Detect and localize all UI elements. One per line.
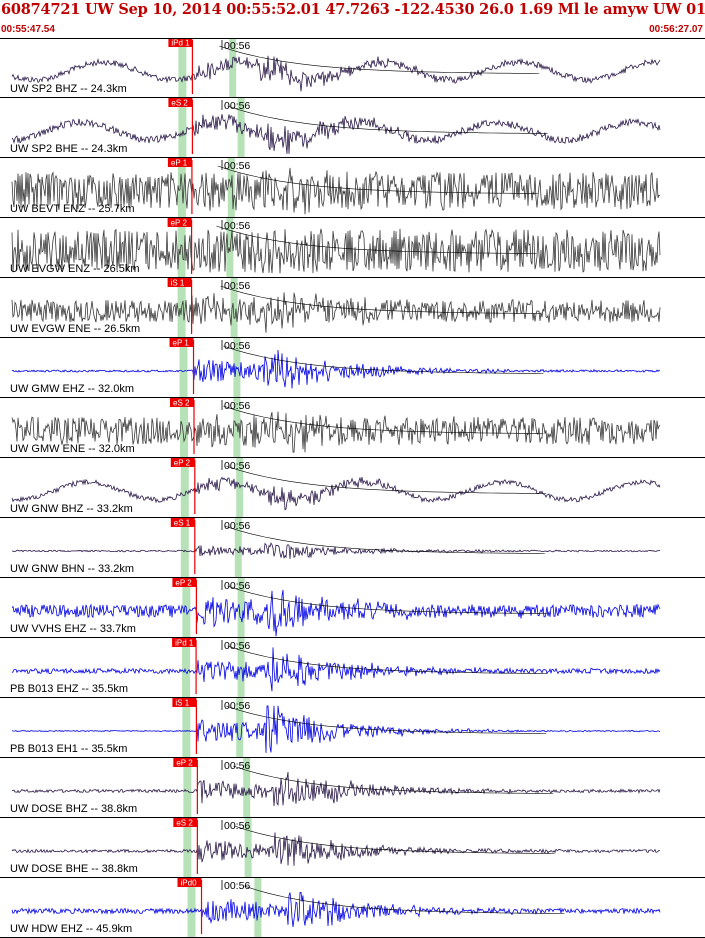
station-label: UW HDW EHZ -- 45.9km — [10, 923, 132, 935]
pick-label: iPd 1 — [175, 639, 194, 648]
waveform — [11, 542, 661, 559]
time-label: 00:56 — [224, 280, 250, 292]
waveform — [11, 832, 661, 866]
trace-row[interactable]: eS 2 00:56 UW GMW ENE -- 32.0km — [0, 398, 705, 458]
pick-label: eP 2 — [176, 759, 193, 768]
trace-row[interactable]: iS 1 00:56 UW EVGW ENE -- 26.5km — [0, 278, 705, 338]
time-label: 00:56 — [224, 100, 250, 112]
trace-row[interactable]: iPd0 00:56 UW HDW EHZ -- 45.9km — [0, 878, 705, 938]
pick-label: eS 1 — [174, 519, 191, 528]
trace-row[interactable]: eP 2 00:56 UW VVHS EHZ -- 33.7km — [0, 578, 705, 638]
time-label: 00:56 — [224, 40, 250, 52]
waveform — [11, 771, 661, 807]
event-header: 60874721 UW Sep 10, 2014 00:55:52.01 47.… — [0, 0, 705, 38]
trace-row[interactable]: eP 1 00:56 UW GMW EHZ -- 32.0km — [0, 338, 705, 398]
time-label: 00:56 — [224, 520, 250, 532]
seismogram-svg: iPd 1 00:56 UW SP2 BHZ -- 24.3km eS 2 00:56 U… — [0, 38, 705, 938]
station-label: PB B013 EHZ -- 35.5km — [10, 683, 128, 695]
station-label: UW DOSE BHZ -- 38.8km — [10, 803, 137, 815]
time-label: 00:56 — [224, 220, 250, 232]
trace-row[interactable]: eP 1 00:56 UW BEVT ENZ -- 25.7km — [0, 158, 705, 218]
pick-label: eS 2 — [173, 399, 190, 408]
trace-row[interactable]: iPd 1 00:56 PB B013 EHZ -- 35.5km — [0, 638, 705, 698]
start-time-label: 00:55:47.54 — [1, 24, 55, 35]
time-label: 00:56 — [224, 160, 250, 172]
end-time-label: 00:56:27.07 — [649, 24, 703, 35]
station-label: UW GNW BHN -- 33.2km — [10, 563, 134, 575]
time-label: 00:56 — [224, 580, 250, 592]
trace-row[interactable]: eS 2 00:56 UW DOSE BHE -- 38.8km — [0, 818, 705, 878]
station-label: UW SP2 BHE -- 24.3km — [10, 143, 127, 155]
coda-curve — [227, 645, 548, 674]
trace-row[interactable]: eS 1 00:56 UW GNW BHN -- 33.2km — [0, 518, 705, 578]
event-title: 60874721 UW Sep 10, 2014 00:55:52.01 47.… — [1, 1, 705, 18]
trace-row[interactable]: eS 2 00:56 UW SP2 BHE -- 24.3km — [0, 98, 705, 158]
pick-label: iS 1 — [171, 279, 185, 288]
trace-row[interactable]: eP 2 00:56 UW GNW BHZ -- 33.2km — [0, 458, 705, 518]
trace-row[interactable]: iPd 1 00:56 UW SP2 BHZ -- 24.3km — [0, 38, 705, 98]
trace-row[interactable]: eP 2 00:56 UW DOSE BHZ -- 38.8km — [0, 758, 705, 818]
pick-label: eP 2 — [175, 579, 192, 588]
station-label: UW EVGW ENZ -- 26.5km — [10, 263, 140, 275]
station-label: PB B013 EH1 -- 35.5km — [10, 743, 127, 755]
time-label: 00:56 — [224, 400, 250, 412]
station-label: UW GNW BHZ -- 33.2km — [10, 503, 133, 515]
station-label: UW SP2 BHZ -- 24.3km — [10, 83, 127, 95]
time-label: 00:56 — [224, 880, 250, 892]
pick-label: eP 2 — [171, 219, 188, 228]
pick-label: eP 1 — [173, 339, 190, 348]
waveform — [11, 891, 661, 927]
station-label: UW VVHS EHZ -- 33.7km — [10, 623, 136, 635]
pick-label: iPd 1 — [171, 39, 190, 48]
pick-label: eP 1 — [171, 159, 188, 168]
station-label: UW BEVT ENZ -- 25.7km — [10, 203, 134, 215]
time-label: 00:56 — [224, 760, 250, 772]
time-label: 00:56 — [224, 700, 250, 712]
coda-curve — [244, 885, 565, 914]
time-label: 00:56 — [224, 820, 250, 832]
pick-label: eP 2 — [174, 459, 191, 468]
station-label: UW DOSE BHE -- 38.8km — [10, 863, 138, 875]
station-label: UW GMW ENE -- 32.0km — [10, 443, 135, 455]
trace-row[interactable]: eP 2 00:56 UW EVGW ENZ -- 26.5km — [0, 218, 705, 278]
station-label: UW GMW EHZ -- 32.0km — [10, 383, 134, 395]
pick-label: eS 2 — [171, 99, 188, 108]
pick-label: eS 2 — [176, 819, 193, 828]
seismogram-panel[interactable]: iPd 1 00:56 UW SP2 BHZ -- 24.3km eS 2 00:56 U… — [0, 38, 705, 938]
station-label: UW EVGW ENE -- 26.5km — [10, 323, 140, 335]
trace-row[interactable]: iS 1 00:56 PB B013 EH1 -- 35.5km — [0, 698, 705, 758]
pick-label: iPd0 — [181, 879, 198, 888]
time-label: 00:56 — [224, 640, 250, 652]
time-label: 00:56 — [224, 460, 250, 472]
time-label: 00:56 — [224, 340, 250, 352]
pick-label: iS 1 — [175, 699, 189, 708]
